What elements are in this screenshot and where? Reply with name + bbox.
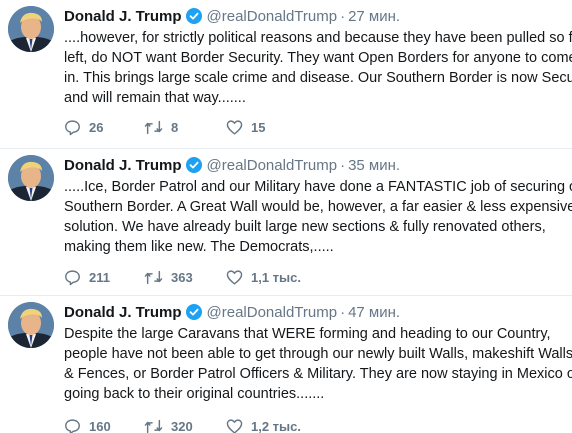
reply-count: 211 [89, 270, 110, 285]
retweet-icon [144, 419, 163, 433]
tweet-actions: 211 363 1,1 тыс. [64, 268, 564, 288]
tweet-actions: 160 320 1,2 тыс. [64, 417, 564, 433]
tweet[interactable]: Donald J. Trump @realDonaldTrump · 35 мин. … [0, 149, 572, 295]
tweet-timestamp[interactable]: 47 мин. [348, 304, 400, 321]
retweet-button[interactable]: 320 [144, 417, 193, 433]
tweet[interactable]: Donald J. Trump @realDonaldTrump · 27 мин. … [0, 0, 572, 148]
retweet-button[interactable]: 8 [144, 118, 178, 138]
reply-count: 26 [89, 120, 104, 135]
tweet-text-line: & Fences, or Border Patrol Officers & Mi… [64, 366, 572, 382]
tweet-header: Donald J. Trump @realDonaldTrump · 47 мин. [64, 303, 400, 323]
tweet-text: Despite the large Caravans that WERE for… [64, 324, 572, 404]
tweet-text: .....Ice, Border Patrol and our Military… [64, 177, 572, 257]
tweet-timestamp[interactable]: 35 мин. [348, 157, 400, 174]
avatar[interactable] [8, 155, 54, 201]
verified-badge-icon [185, 157, 202, 173]
tweet-header: Donald J. Trump @realDonaldTrump · 27 мин. [64, 7, 400, 27]
reply-icon [65, 120, 80, 136]
retweet-count: 320 [171, 419, 193, 433]
reply-icon [65, 270, 80, 286]
avatar[interactable] [8, 302, 54, 348]
retweet-icon [144, 120, 163, 135]
tweet-text-line: left, do NOT want Border Security. They … [64, 50, 572, 66]
author-name[interactable]: Donald J. Trump [64, 8, 182, 25]
retweet-count: 8 [171, 120, 179, 135]
reply-button[interactable]: 211 [64, 268, 110, 288]
tweet-text-line: in. This brings large scale crime and di… [64, 70, 572, 86]
tweet-actions: 26 8 15 [64, 118, 564, 138]
author-handle[interactable]: @realDonaldTrump [207, 157, 338, 174]
author-name[interactable]: Donald J. Trump [64, 304, 182, 321]
tweet-text-line: people have not been able to get through… [64, 346, 572, 362]
like-button[interactable]: 1,2 тыс. [226, 417, 301, 433]
tweet-timestamp[interactable]: 27 мин. [348, 8, 400, 25]
retweet-icon [144, 270, 163, 285]
tweet-text-line: Southern Border. A Great Wall would be, … [64, 199, 572, 215]
tweet-header: Donald J. Trump @realDonaldTrump · 35 мин. [64, 156, 400, 176]
retweet-count: 363 [171, 270, 193, 285]
tweet[interactable]: Donald J. Trump @realDonaldTrump · 47 мин. … [0, 296, 572, 433]
like-count: 1,1 тыс. [251, 270, 301, 285]
tweet-text-line: Despite the large Caravans that WERE for… [64, 326, 551, 342]
heart-icon [226, 270, 243, 285]
tweet-text-line: making them like new. The Democrats,....… [64, 239, 334, 255]
like-button[interactable]: 1,1 тыс. [226, 268, 301, 288]
verified-badge-icon [185, 304, 202, 320]
reply-count: 160 [89, 419, 111, 433]
avatar[interactable] [8, 6, 54, 52]
retweet-button[interactable]: 363 [144, 268, 193, 288]
tweet-text-line: going back to their original countries..… [64, 386, 325, 402]
reply-button[interactable]: 26 [64, 118, 103, 138]
verified-badge-icon [185, 8, 202, 24]
tweet-text: ....however, for strictly political reas… [64, 28, 572, 108]
author-handle[interactable]: @realDonaldTrump [207, 304, 338, 321]
separator-dot: · [340, 157, 346, 174]
separator-dot: · [340, 8, 346, 25]
reply-button[interactable]: 160 [64, 417, 111, 433]
author-name[interactable]: Donald J. Trump [64, 157, 182, 174]
heart-icon [226, 120, 243, 135]
like-button[interactable]: 15 [226, 118, 265, 138]
author-handle[interactable]: @realDonaldTrump [207, 8, 338, 25]
separator-dot: · [340, 304, 346, 321]
like-count: 15 [251, 120, 266, 135]
tweet-text-line: and will remain that way....... [64, 90, 246, 106]
tweet-text-line: solution. We have already built large ne… [64, 219, 546, 235]
tweet-feed: Donald J. Trump @realDonaldTrump · 27 мин. … [0, 0, 572, 433]
tweet-text-line: ....however, for strictly political reas… [64, 30, 572, 46]
like-count: 1,2 тыс. [251, 419, 301, 433]
heart-icon [226, 419, 243, 433]
tweet-text-line: .....Ice, Border Patrol and our Military… [64, 179, 572, 195]
reply-icon [65, 419, 80, 433]
